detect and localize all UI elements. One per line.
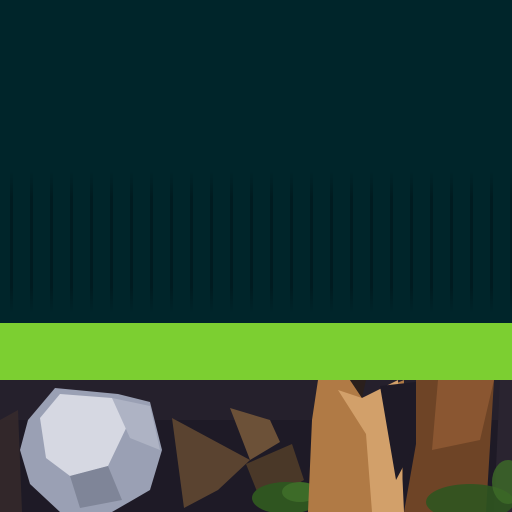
ground-layer bbox=[0, 380, 512, 512]
game-viewport bbox=[0, 0, 512, 512]
rock-icon bbox=[20, 388, 162, 512]
grass-strip bbox=[0, 323, 512, 380]
background-fence-stripes bbox=[0, 172, 512, 312]
ground-scene bbox=[0, 380, 512, 512]
